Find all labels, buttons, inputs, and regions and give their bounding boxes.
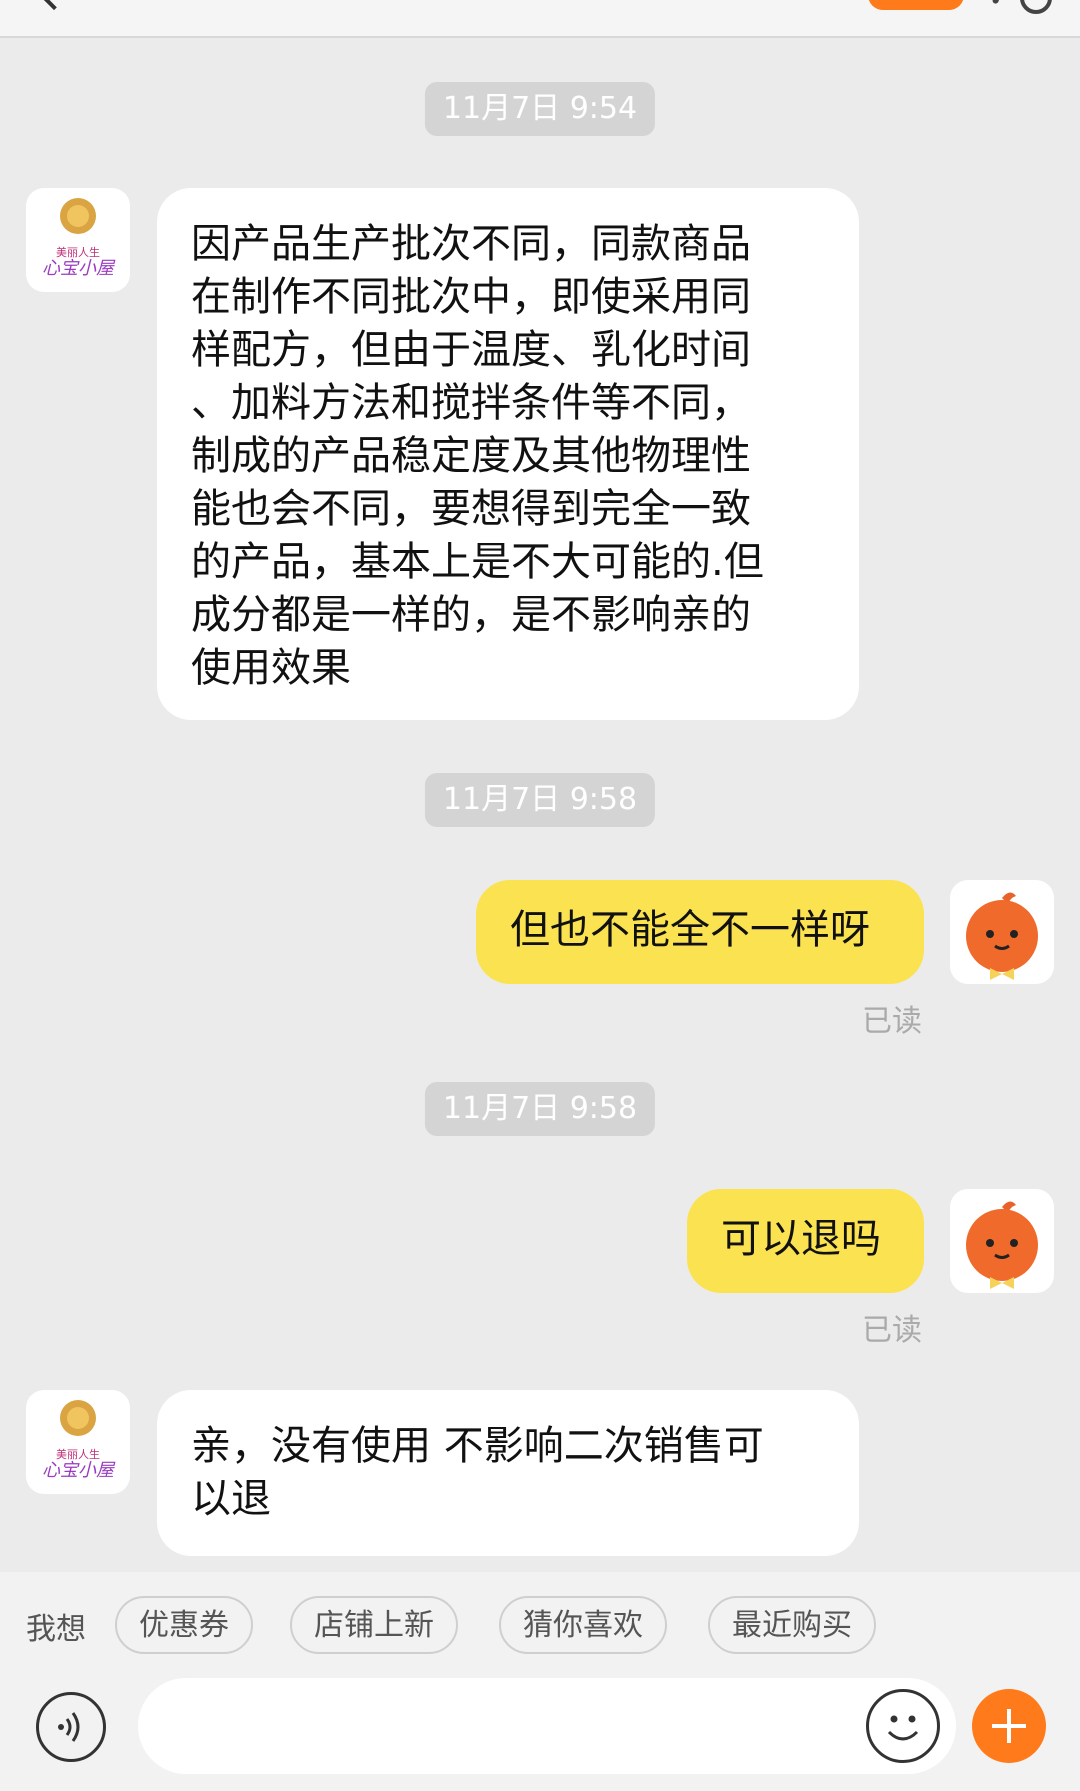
svg-text:美丽人生: 美丽人生 [56, 1447, 100, 1461]
smiley-icon [887, 1715, 919, 1741]
emoji-button[interactable] [866, 1689, 940, 1763]
message-line: 使用效果 [191, 645, 351, 691]
user-avatar[interactable] [950, 880, 1054, 984]
message-line: 成分都是一样的，是不影响亲的 [191, 592, 751, 638]
message-line: 样配方，但由于温度、乳化时间 [191, 327, 751, 373]
incoming-message-bubble[interactable]: 因产品生产批次不同，同款商品 在制作不同批次中，即使采用同 样配方，但由于温度、… [157, 188, 859, 720]
shop-avatar[interactable]: 美丽人生 心宝小屋 [26, 1390, 130, 1494]
chip-coupon[interactable]: 优惠券 [115, 1596, 253, 1654]
message-text: 可以退吗 [721, 1216, 881, 1262]
outgoing-message-bubble[interactable]: 可以退吗 [687, 1189, 924, 1293]
message-line: 、加料方法和搅拌条件等不同， [191, 380, 751, 426]
message-text: 但也不能全不一样呀 [510, 907, 870, 953]
message-line: 因产品生产批次不同，同款商品 [191, 221, 751, 267]
quick-reply-label: 我想 [26, 1612, 86, 1647]
message-line: 制成的产品稳定度及其他物理性 [191, 433, 751, 479]
message-line: 能也会不同，要想得到完全一致 [191, 486, 751, 532]
back-arrow-icon[interactable] [39, 0, 69, 11]
follow-button[interactable] [868, 0, 964, 10]
message-line: 在制作不同批次中，即使采用同 [191, 274, 751, 320]
shop-avatar[interactable]: 美丽人生 心宝小屋 [26, 188, 130, 292]
settings-icon[interactable] [1020, 0, 1052, 14]
incoming-message-bubble[interactable]: 亲，没有使用 不影响二次销售可 以退 [157, 1390, 859, 1556]
chip-recent-purchase[interactable]: 最近购买 [708, 1596, 876, 1654]
user-avatar[interactable] [950, 1189, 1054, 1293]
shop-logo-icon: 美丽人生 心宝小屋 [42, 198, 116, 279]
timestamp-pill: 11月7日 9:54 [424, 82, 656, 136]
read-status: 已读 [862, 1313, 922, 1348]
outgoing-message-bubble[interactable]: 但也不能全不一样呀 [476, 880, 924, 984]
message-line: 以退 [191, 1476, 271, 1522]
orange-mascot-icon [966, 892, 1038, 980]
shop-logo-icon: 美丽人生 心宝小屋 [42, 1400, 116, 1481]
chip-new-arrivals[interactable]: 店铺上新 [290, 1596, 458, 1654]
timestamp-pill: 11月7日 9:58 [424, 1082, 656, 1136]
top-nav-bar [0, 0, 1080, 38]
more-icon[interactable] [991, 0, 1005, 5]
svg-text:心宝小屋: 心宝小屋 [42, 1460, 116, 1481]
chip-recommend[interactable]: 猜你喜欢 [499, 1596, 667, 1654]
read-status: 已读 [862, 1004, 922, 1039]
plus-icon [992, 1709, 1026, 1743]
message-line: 的产品，基本上是不大可能的.但 [191, 539, 764, 585]
voice-icon [58, 1712, 80, 1742]
svg-text:心宝小屋: 心宝小屋 [42, 258, 116, 279]
message-input[interactable] [138, 1678, 956, 1774]
composer-area: 我想 优惠券 店铺上新 猜你喜欢 最近购买 [0, 1572, 1080, 1791]
more-actions-button[interactable] [972, 1689, 1046, 1763]
orange-mascot-icon [966, 1201, 1038, 1289]
message-line: 亲，没有使用 不影响二次销售可 [191, 1423, 764, 1469]
svg-text:美丽人生: 美丽人生 [56, 245, 100, 259]
voice-input-button[interactable] [36, 1692, 106, 1762]
timestamp-pill: 11月7日 9:58 [424, 773, 656, 827]
